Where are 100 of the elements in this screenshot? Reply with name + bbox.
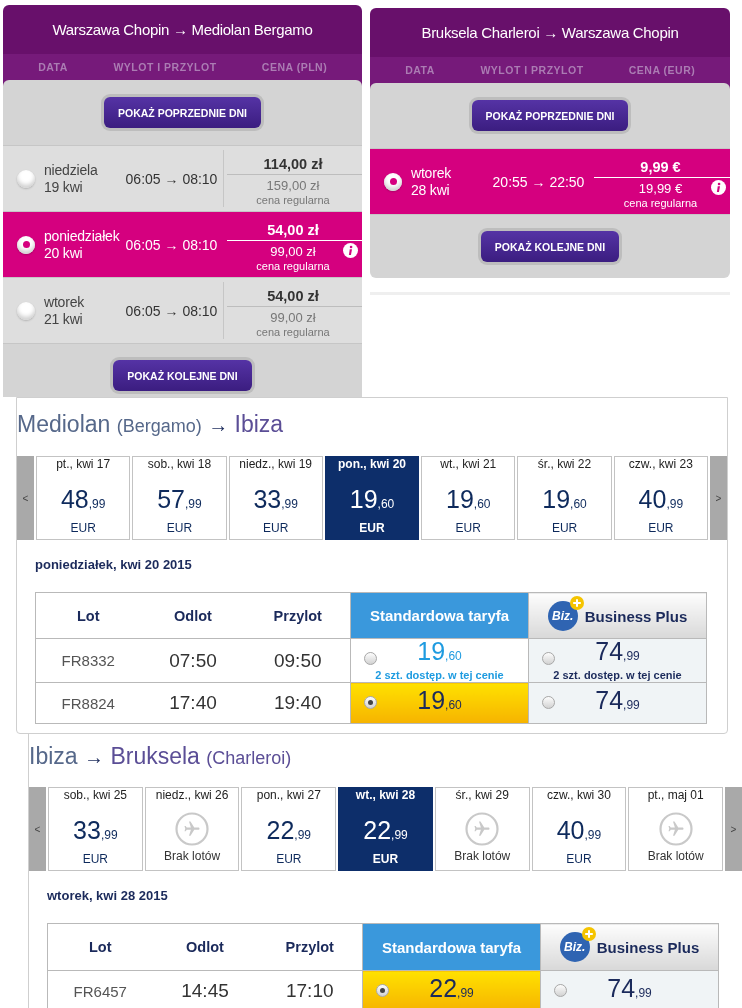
radio-button[interactable] [542, 652, 555, 665]
plus-badge-icon [581, 927, 596, 941]
show-next-days-button[interactable]: POKAŻ KOLEJNE DNI [480, 231, 620, 262]
column-header: Przylot [257, 923, 363, 971]
fare-cell[interactable]: 19,60 [350, 682, 529, 724]
date-label: pt., kwi 17 [56, 457, 111, 471]
regular-price-label: cena regularna [256, 326, 330, 339]
info-icon[interactable] [343, 243, 358, 258]
flight-times: 06:05 → 08:10 [125, 236, 218, 253]
date-label: 20 kwi [44, 244, 83, 262]
date-label: czw., kwi 30 [546, 788, 611, 802]
fare-header: Standardowa taryfa [350, 592, 529, 639]
currency-label: EUR [166, 521, 193, 535]
route-title: Ibiza → Bruksela (Charleroi) [29, 742, 292, 771]
date-tile[interactable]: pt., maj 01 Brak lotów [628, 787, 724, 871]
date-tile[interactable]: czw., kwi 23 40,99 EUR [613, 456, 708, 540]
show-next-days-button[interactable]: POKAŻ KOLEJNE DNI [113, 360, 252, 391]
regular-price: 19,99 € [638, 181, 683, 197]
date-label: sob., kwi 18 [147, 457, 212, 471]
fare-price: 22,99 [266, 816, 312, 846]
plane-in-circle-icon [658, 812, 693, 846]
fare-price: 74,99 [595, 688, 640, 716]
radio-button[interactable] [542, 696, 555, 709]
flight-row[interactable]: niedziela 19 kwi 06:05 → 08:10 114,00 zł 159,00 zł cena regularna [3, 146, 362, 212]
fare-price: 74,99 [595, 639, 640, 667]
info-icon[interactable] [711, 180, 726, 195]
next-dates-button[interactable]: > [725, 787, 742, 871]
fare-price: 57,99 [157, 485, 202, 515]
column-header: Odlot [152, 923, 258, 971]
selected-day-title: poniedziałek, kwi 20 2015 [35, 557, 192, 573]
fare-cell[interactable]: 22,99 [362, 970, 541, 1008]
promo-price: 54,00 zł [267, 287, 319, 305]
next-dates-button[interactable]: > [709, 456, 727, 540]
date-tile[interactable]: niedz., kwi 19 33,99 EUR [228, 456, 323, 540]
date-tile[interactable]: czw., kwi 30 40,99 EUR [531, 787, 627, 871]
date-label: wt., kwi 21 [440, 457, 497, 471]
availability-note: 2 szt. dostęp. w tej cenie [553, 669, 682, 682]
date-tile[interactable]: wt., kwi 28 22,99 EUR [338, 787, 433, 871]
date-label: pon., kwi 27 [256, 788, 321, 802]
panel-title: Bruksela Charleroi → Warszawa Chopin [370, 8, 730, 57]
radio-button[interactable] [364, 696, 377, 709]
departure-time-cell: 07:50 [140, 638, 246, 683]
fare-price: 19,60 [349, 485, 395, 515]
date-label: 19 kwi [44, 178, 83, 196]
promo-price: 114,00 zł [263, 155, 323, 173]
date-tile[interactable]: pon., kwi 27 22,99 EUR [241, 787, 337, 871]
regular-price-label: cena regularna [256, 260, 330, 273]
show-previous-days-button[interactable]: POKAŻ POPRZEDNIE DNI [104, 97, 261, 128]
date-label: niedz., kwi 19 [239, 457, 313, 471]
availability-note: 2 szt. dostęp. w tej cenie [375, 669, 504, 682]
date-tile[interactable]: wt., kwi 21 19,60 EUR [421, 456, 516, 540]
radio-button[interactable] [17, 169, 35, 188]
fare-price: 22,99 [363, 816, 408, 846]
regular-price-label: cena regularna [256, 194, 330, 207]
fare-header-label: Business Plus [596, 938, 700, 956]
fare-price: 19,60 [417, 639, 462, 667]
currency-label: EUR [82, 852, 109, 866]
show-previous-days-button[interactable]: POKAŻ POPRZEDNIE DNI [471, 100, 629, 131]
departure-time-cell: 14:45 [152, 970, 258, 1008]
plane-in-circle-icon [175, 812, 210, 846]
flight-row[interactable]: wtorek 21 kwi 06:05 → 08:10 54,00 zł 99,00 zł cena regularna [3, 278, 362, 344]
column-header: CENA (PLN) [261, 60, 328, 75]
date-tile[interactable]: śr., kwi 29 Brak lotów [434, 787, 530, 871]
column-header: WYLOT I PRZYLOT [480, 63, 584, 78]
fare-price: 19,60 [542, 485, 587, 515]
currency-label: EUR [455, 521, 481, 535]
currency-label: EUR [372, 852, 399, 866]
radio-button[interactable] [17, 301, 35, 320]
panel-title: Warszawa Chopin → Mediolan Bergamo [3, 5, 362, 54]
currency-label: EUR [263, 521, 289, 535]
date-tile[interactable]: niedz., kwi 26 Brak lotów [144, 787, 240, 871]
radio-button[interactable] [17, 235, 35, 254]
biz-logo: Biz. [547, 600, 578, 631]
currency-label: EUR [359, 521, 385, 535]
regular-price: 99,00 zł [270, 310, 316, 326]
radio-button[interactable] [384, 172, 402, 191]
date-tile[interactable]: sob., kwi 18 57,99 EUR [132, 456, 227, 540]
route-title: Mediolan (Bergamo) → Ibiza [17, 410, 284, 439]
fare-price: 48,99 [60, 485, 106, 515]
flight-times: 06:05 → 08:10 [125, 302, 218, 319]
date-tile[interactable]: sob., kwi 25 33,99 EUR [48, 787, 143, 871]
fare-cell[interactable]: 74,99 [540, 970, 719, 1008]
fare-cell[interactable]: 74,99 2 szt. dostęp. w tej cenie [528, 638, 707, 683]
date-label: pon., kwi 20 [337, 457, 406, 471]
plane-in-circle-icon [465, 812, 500, 846]
column-header: Lot [35, 592, 141, 639]
flight-row[interactable]: wtorek 28 kwi 20:55 → 22:50 9,99 € 19,99 € cena regularna [370, 149, 730, 215]
radio-button[interactable] [554, 984, 567, 997]
weekday-label: niedziela [44, 161, 98, 179]
flight-number-cell: FR8332 [35, 638, 141, 683]
previous-dates-button[interactable]: < [29, 787, 46, 871]
column-header: Lot [47, 923, 153, 971]
radio-button[interactable] [376, 984, 389, 997]
currency-label: EUR [70, 521, 96, 535]
date-tile[interactable]: śr., kwi 22 19,60 EUR [517, 456, 612, 540]
radio-button[interactable] [364, 652, 377, 665]
date-tile[interactable]: pon., kwi 20 19,60 EUR [324, 456, 420, 540]
previous-dates-button[interactable]: < [17, 456, 34, 540]
fare-cell[interactable]: 74,99 [528, 682, 707, 724]
date-tile[interactable]: pt., kwi 17 48,99 EUR [36, 456, 131, 540]
